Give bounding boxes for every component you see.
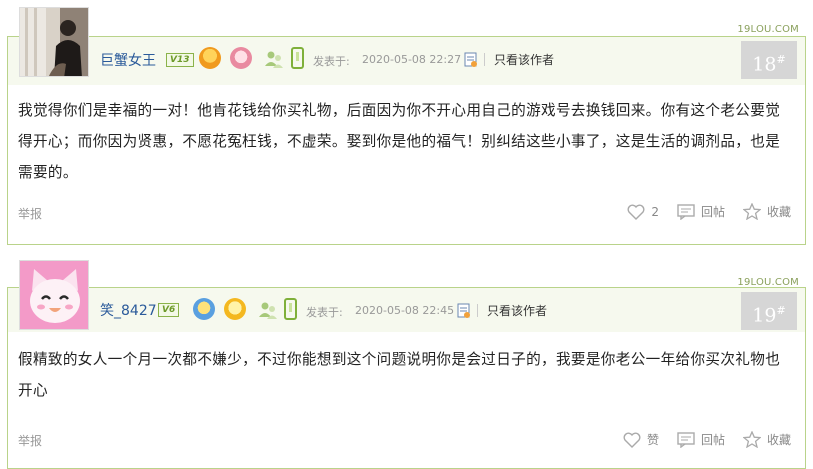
phone-icon xyxy=(291,47,304,69)
people-icon xyxy=(265,51,283,68)
post-time: 2020-05-08 22:45 xyxy=(355,304,455,317)
favorite-button[interactable]: 收藏 xyxy=(742,203,791,220)
avatar[interactable] xyxy=(19,260,89,330)
medal-icon xyxy=(199,47,221,69)
user-photo xyxy=(20,8,88,76)
document-icon[interactable] xyxy=(457,303,471,319)
favorite-label: 收藏 xyxy=(766,205,791,219)
avatar[interactable] xyxy=(19,7,89,77)
like-count: 2 xyxy=(651,204,659,219)
favorite-button[interactable]: 收藏 xyxy=(742,431,791,448)
divider xyxy=(484,53,485,66)
reply-icon xyxy=(677,203,695,220)
post-actions: 赞 回帖 收藏 xyxy=(609,431,791,448)
floor-mark: # xyxy=(776,53,786,66)
phone-icon xyxy=(284,298,297,320)
star-icon xyxy=(742,203,761,220)
username[interactable]: 笑_8427 xyxy=(100,300,157,320)
medal-icon xyxy=(224,298,246,320)
like-button[interactable]: 2 xyxy=(627,204,659,220)
document-icon[interactable] xyxy=(464,52,478,68)
medal-icon xyxy=(230,47,252,69)
post-content: 我觉得你们是幸福的一对！他肯花钱给你买礼物，后面因为你不开心用自己的游戏号去换钱… xyxy=(18,102,781,181)
floor-value: 18 xyxy=(752,53,777,76)
post-content: 假精致的女人一个月一次都不嫌少，不过你能想到这个问题说明你是会过日子的，我要是你… xyxy=(18,351,781,399)
post-time: 2020-05-08 22:27 xyxy=(362,53,462,66)
username[interactable]: 巨蟹女王 xyxy=(100,50,156,70)
level-badge: V6 xyxy=(158,303,180,317)
reply-label: 回帖 xyxy=(700,205,725,219)
post-floor-19: 19LOU.COM 笑_8427 V6 发表于: 2020-05-08 22:4… xyxy=(0,255,813,469)
posted-label: 发表于: xyxy=(313,55,350,68)
post-actions: 2 回帖 收藏 xyxy=(613,203,791,220)
post-floor-18: 19LOU.COM 巨蟹女王 V13 发表于: 2020-05-08 22:27 xyxy=(0,0,813,245)
post-header: 笑_8427 V6 发表于: 2020-05-08 22:45 只看该作者 19… xyxy=(8,288,805,332)
floor-mark: # xyxy=(776,304,786,317)
heart-icon xyxy=(623,432,641,448)
level-badge: V13 xyxy=(166,53,194,67)
reply-button[interactable]: 回帖 xyxy=(677,431,725,448)
post-box: 巨蟹女王 V13 发表于: 2020-05-08 22:27 只看该作者 18#… xyxy=(7,36,806,245)
star-icon xyxy=(742,431,761,448)
like-button[interactable]: 赞 xyxy=(623,431,659,448)
cat-avatar-icon xyxy=(20,261,88,329)
reply-icon xyxy=(677,431,695,448)
author-only-link[interactable]: 只看该作者 xyxy=(487,302,547,319)
floor-number: 18# xyxy=(741,41,797,79)
report-link[interactable]: 举报 xyxy=(18,205,42,222)
medal-icon xyxy=(193,298,215,320)
report-link[interactable]: 举报 xyxy=(18,432,42,449)
divider xyxy=(477,304,478,317)
floor-number: 19# xyxy=(741,292,797,330)
reply-label: 回帖 xyxy=(700,433,725,447)
reply-button[interactable]: 回帖 xyxy=(677,203,725,220)
post-header: 巨蟹女王 V13 发表于: 2020-05-08 22:27 只看该作者 18# xyxy=(8,37,805,85)
site-tag: 19LOU.COM xyxy=(737,24,799,35)
post-box: 笑_8427 V6 发表于: 2020-05-08 22:45 只看该作者 19… xyxy=(7,287,806,469)
author-only-link[interactable]: 只看该作者 xyxy=(494,51,554,68)
posted-label: 发表于: xyxy=(306,306,343,319)
heart-icon xyxy=(627,204,645,220)
like-label: 赞 xyxy=(646,433,659,447)
floor-value: 19 xyxy=(752,304,777,327)
people-icon xyxy=(259,302,277,319)
favorite-label: 收藏 xyxy=(766,433,791,447)
